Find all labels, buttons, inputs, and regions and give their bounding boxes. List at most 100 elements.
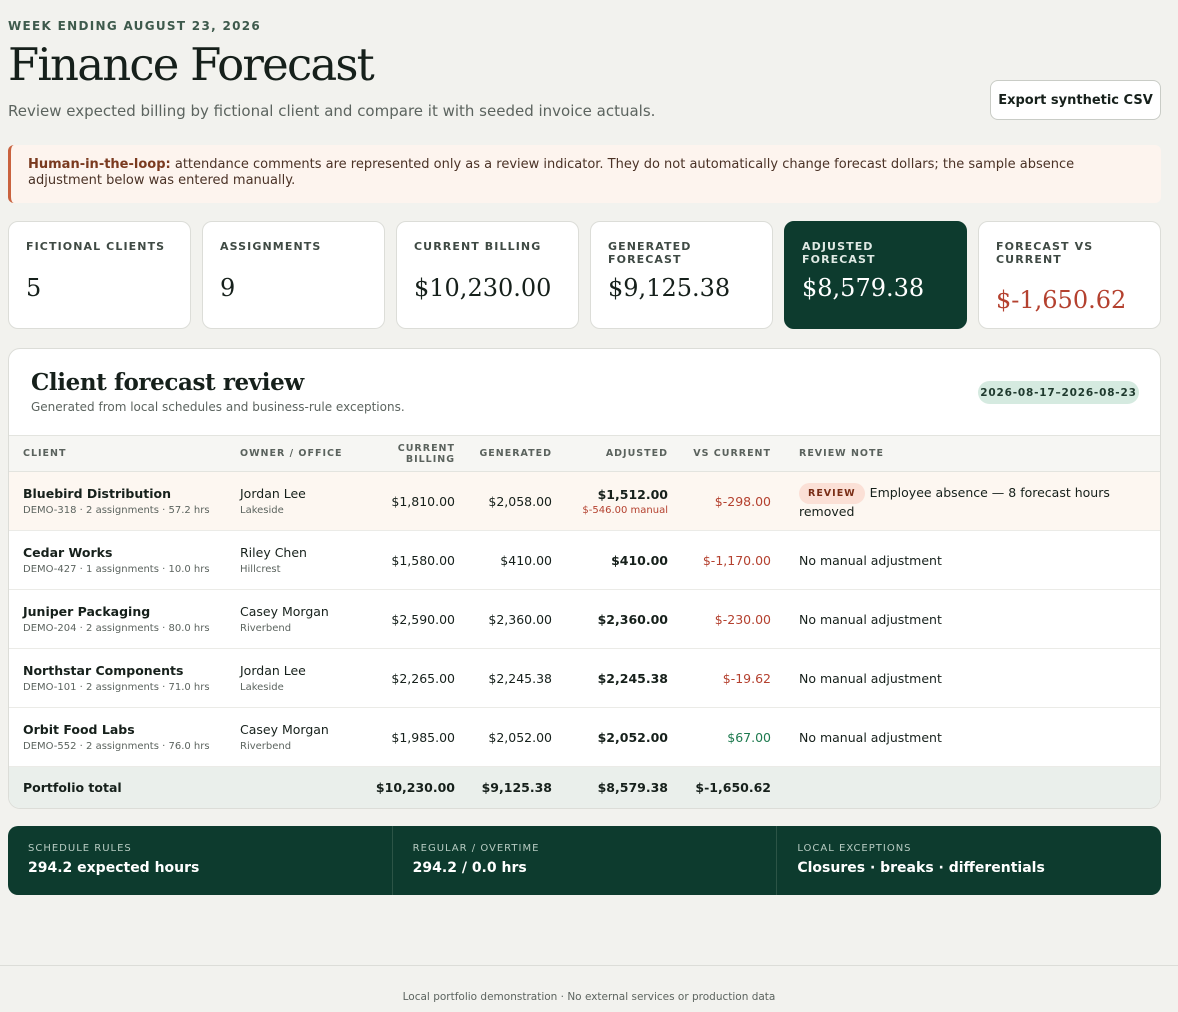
rule-label: LOCAL EXCEPTIONS	[797, 843, 912, 854]
kpi-generated-forecast: GENERATED FORECAST $9,125.38	[590, 221, 773, 329]
kpi-label: FICTIONAL CLIENTS	[26, 240, 166, 253]
owner-cell: Jordan Lee Lakeside	[233, 471, 351, 531]
kpi-value: $10,230.00	[414, 274, 552, 302]
client-forecast-review-card: Client forecast review Generated from lo…	[8, 348, 1161, 809]
owner-name: Jordan Lee	[240, 486, 306, 501]
owner-office: Lakeside	[240, 682, 284, 693]
client-name: Bluebird Distribution	[23, 486, 172, 501]
column-header-current-billing[interactable]: CURRENT BILLING	[351, 435, 455, 472]
review-subtitle: Generated from local schedules and busin…	[31, 400, 405, 414]
date-range-badge: 2026-08-17–2026-08-23	[978, 381, 1139, 404]
generated-cell: $2,058.00	[455, 471, 552, 531]
review-badge[interactable]: REVIEW	[799, 483, 865, 504]
client-meta: DEMO-318 · 2 assignments · 57.2 hrs	[23, 505, 210, 516]
column-header-owner[interactable]: OWNER / OFFICE	[233, 435, 351, 472]
table-row[interactable]: Orbit Food Labs DEMO-552 · 2 assignments…	[9, 707, 1160, 767]
kpi-value: $8,579.38	[802, 274, 925, 302]
kpi-label: ADJUSTED FORECAST	[802, 240, 876, 266]
rule-local-exceptions: LOCAL EXCEPTIONS Closures · breaks · dif…	[776, 826, 1161, 895]
client-name: Juniper Packaging	[23, 604, 151, 619]
owner-cell: Riley Chen Hillcrest	[233, 530, 351, 590]
kpi-row: FICTIONAL CLIENTS 5 ASSIGNMENTS 9 CURREN…	[8, 221, 1161, 329]
page-subtitle: Review expected billing by fictional cli…	[8, 102, 656, 120]
owner-office: Hillcrest	[240, 564, 281, 575]
rule-value: 294.2 / 0.0 hrs	[412, 860, 527, 876]
rule-regular-overtime: REGULAR / OVERTIME 294.2 / 0.0 hrs	[391, 826, 777, 895]
kpi-value: $-1,650.62	[996, 286, 1127, 314]
vs-current-cell: $-19.62	[668, 648, 771, 708]
review-note-cell: No manual adjustment	[771, 589, 1160, 649]
forecast-table: CLIENT OWNER / OFFICE CURRENT BILLING GE…	[9, 435, 1160, 808]
current-billing-cell: $1,985.00	[351, 707, 455, 767]
total-current-billing: $10,230.00	[351, 766, 455, 808]
client-meta: DEMO-427 · 1 assignments · 10.0 hrs	[23, 564, 210, 575]
rule-schedule: SCHEDULE RULES 294.2 expected hours	[8, 826, 392, 895]
kpi-label: FORECAST VS CURRENT	[996, 240, 1094, 266]
notice-text: attendance comments are represented only…	[28, 157, 1075, 188]
rule-label: SCHEDULE RULES	[28, 843, 132, 854]
table-row[interactable]: Juniper Packaging DEMO-204 · 2 assignmen…	[9, 589, 1160, 649]
column-header-vs-current[interactable]: VS CURRENT	[668, 435, 771, 472]
total-generated: $9,125.38	[455, 766, 552, 808]
footer-text: Local portfolio demonstration · No exter…	[402, 991, 776, 1003]
vs-current-cell: $-230.00	[668, 589, 771, 649]
rules-summary-bar: SCHEDULE RULES 294.2 expected hours REGU…	[8, 826, 1161, 895]
owner-name: Casey Morgan	[240, 604, 329, 619]
kpi-label: GENERATED FORECAST	[608, 240, 692, 266]
total-owner-empty	[233, 766, 351, 808]
adjusted-cell: $2,360.00	[552, 589, 668, 649]
generated-cell: $2,245.38	[455, 648, 552, 708]
kpi-fictional-clients: FICTIONAL CLIENTS 5	[8, 221, 191, 329]
kpi-label: ASSIGNMENTS	[220, 240, 322, 253]
human-in-the-loop-notice: Human-in-the-loop: attendance comments a…	[8, 145, 1161, 203]
owner-cell: Casey Morgan Riverbend	[233, 589, 351, 649]
export-csv-button[interactable]: Export synthetic CSV	[990, 80, 1161, 120]
kpi-value: $9,125.38	[608, 274, 731, 302]
manual-adjustment: $-546.00 manual	[582, 504, 668, 516]
review-note-cell: No manual adjustment	[771, 648, 1160, 708]
current-billing-cell: $2,590.00	[351, 589, 455, 649]
adjusted-cell: $2,245.38	[552, 648, 668, 708]
generated-cell: $2,052.00	[455, 707, 552, 767]
owner-cell: Jordan Lee Lakeside	[233, 648, 351, 708]
total-adjusted: $8,579.38	[552, 766, 668, 808]
page-title: Finance Forecast	[8, 38, 375, 91]
table-row[interactable]: Northstar Components DEMO-101 · 2 assign…	[9, 648, 1160, 708]
review-title: Client forecast review	[31, 369, 304, 396]
client-meta: DEMO-552 · 2 assignments · 76.0 hrs	[23, 741, 210, 752]
column-header-client[interactable]: CLIENT	[9, 435, 233, 472]
vs-current-cell: $-1,170.00	[668, 530, 771, 590]
client-name: Cedar Works	[23, 545, 113, 560]
total-note-empty	[771, 766, 1160, 808]
kpi-forecast-vs-current: FORECAST VS CURRENT $-1,650.62	[978, 221, 1161, 329]
review-note-cell: REVIEW Employee absence — 8 forecast hour…	[771, 471, 1160, 531]
column-header-adjusted[interactable]: ADJUSTED	[552, 435, 668, 472]
kpi-value: 5	[26, 274, 42, 302]
generated-cell: $410.00	[455, 530, 552, 590]
owner-office: Riverbend	[240, 741, 292, 752]
total-label: Portfolio total	[9, 766, 233, 808]
rule-label: REGULAR / OVERTIME	[412, 843, 540, 854]
adjusted-cell: $410.00	[552, 530, 668, 590]
kpi-value: 9	[220, 274, 236, 302]
owner-cell: Casey Morgan Riverbend	[233, 707, 351, 767]
current-billing-cell: $1,810.00	[351, 471, 455, 531]
kpi-current-billing: CURRENT BILLING $10,230.00	[396, 221, 579, 329]
client-meta: DEMO-101 · 2 assignments · 71.0 hrs	[23, 682, 210, 693]
current-billing-cell: $2,265.00	[351, 648, 455, 708]
client-cell: Cedar Works DEMO-427 · 1 assignments · 1…	[9, 530, 233, 590]
client-meta: DEMO-204 · 2 assignments · 80.0 hrs	[23, 623, 210, 634]
review-note-cell: No manual adjustment	[771, 530, 1160, 590]
client-name: Orbit Food Labs	[23, 722, 135, 737]
owner-name: Jordan Lee	[240, 663, 306, 678]
table-row[interactable]: Cedar Works DEMO-427 · 1 assignments · 1…	[9, 530, 1160, 590]
kpi-adjusted-forecast: ADJUSTED FORECAST $8,579.38	[784, 221, 967, 329]
table-header-row: CLIENT OWNER / OFFICE CURRENT BILLING GE…	[9, 435, 1160, 472]
adjusted-cell: $1,512.00 $-546.00 manual	[552, 471, 668, 531]
column-header-generated[interactable]: GENERATED	[455, 435, 552, 472]
vs-current-cell: $-298.00	[668, 471, 771, 531]
column-header-review-note[interactable]: REVIEW NOTE	[771, 435, 1160, 472]
kpi-assignments: ASSIGNMENTS 9	[202, 221, 385, 329]
client-cell: Orbit Food Labs DEMO-552 · 2 assignments…	[9, 707, 233, 767]
table-row[interactable]: Bluebird Distribution DEMO-318 · 2 assig…	[9, 471, 1160, 531]
